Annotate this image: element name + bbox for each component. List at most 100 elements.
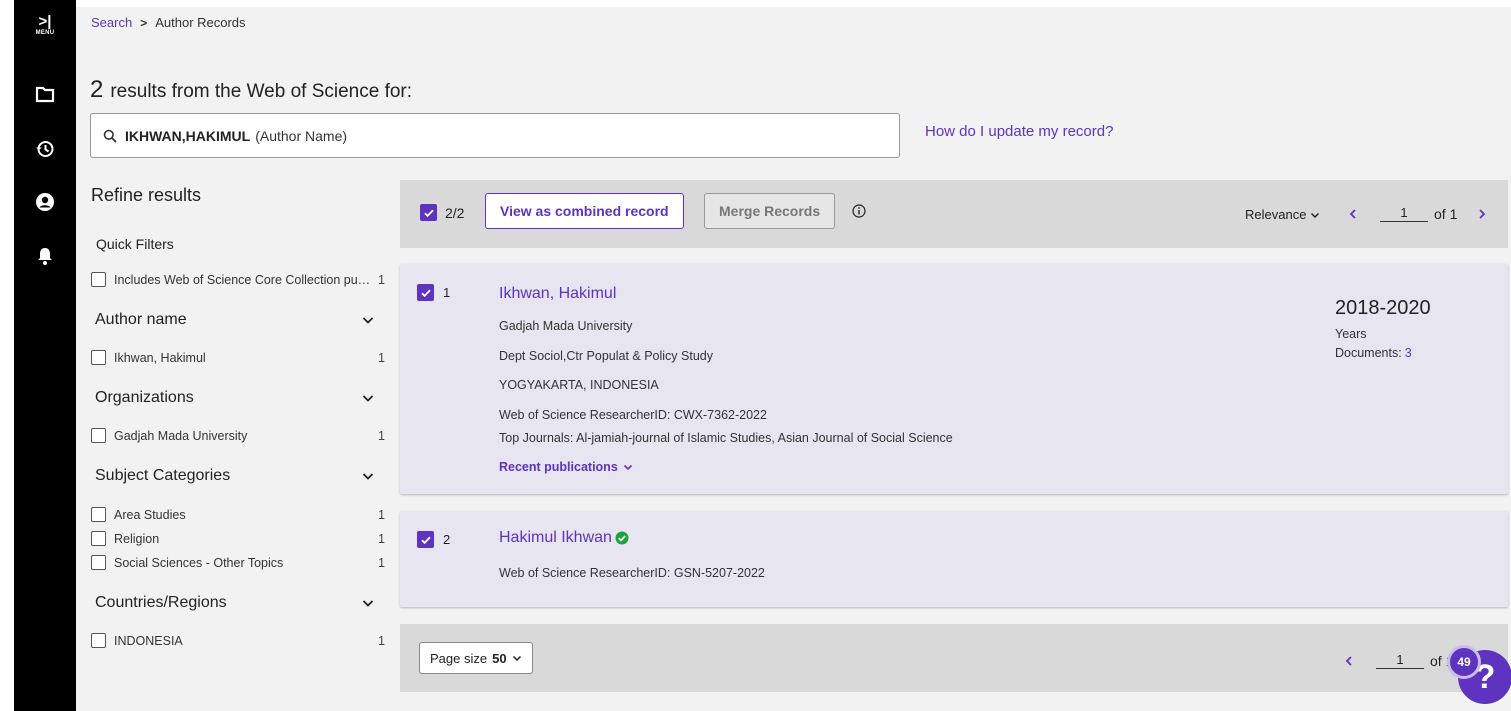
checkbox[interactable] bbox=[91, 350, 106, 365]
previous-page-icon[interactable] bbox=[1346, 207, 1360, 221]
view-combined-record-button[interactable]: View as combined record bbox=[485, 193, 684, 229]
record-department: Dept Sociol,Ctr Populat & Policy Study bbox=[499, 349, 713, 363]
breadcrumb-current: Author Records bbox=[155, 15, 246, 30]
filter-item[interactable]: INDONESIA 1 bbox=[91, 633, 385, 648]
recent-publications-label: Recent publications bbox=[499, 460, 618, 474]
info-icon[interactable] bbox=[852, 204, 866, 218]
record-checkbox[interactable] bbox=[417, 284, 434, 301]
checkbox[interactable] bbox=[91, 272, 106, 287]
page-number-input[interactable]: 1 bbox=[1380, 205, 1428, 222]
filter-label: Includes Web of Science Core Collection … bbox=[114, 272, 375, 287]
filter-item[interactable]: Includes Web of Science Core Collection … bbox=[91, 272, 385, 287]
author-name-link[interactable]: Hakimul Ikhwan bbox=[499, 529, 629, 547]
checkbox[interactable] bbox=[91, 507, 106, 522]
record-researcher-id: Web of Science ResearcherID: CWX-7362-20… bbox=[499, 408, 767, 422]
record-select[interactable]: 1 bbox=[417, 284, 450, 301]
nav-rail: >| MENU bbox=[14, 0, 76, 711]
filter-group-subject-categories[interactable]: Subject Categories bbox=[95, 467, 375, 485]
select-all-checkbox[interactable] bbox=[420, 204, 437, 221]
filter-group-organizations[interactable]: Organizations bbox=[95, 389, 375, 407]
update-record-help-link[interactable]: How do I update my record? bbox=[925, 123, 1113, 140]
chevron-down-icon bbox=[623, 464, 632, 471]
documents-number-link[interactable]: 3 bbox=[1405, 346, 1412, 360]
author-name: Hakimul Ikhwan bbox=[499, 529, 612, 546]
results-count: 2 bbox=[90, 76, 104, 103]
filter-count: 1 bbox=[378, 531, 385, 546]
record-index: 2 bbox=[443, 532, 451, 547]
page-size-value: 50 bbox=[492, 650, 507, 666]
chevron-down-icon bbox=[1311, 212, 1320, 218]
page-number-input[interactable]: 1 bbox=[1376, 652, 1424, 669]
filter-item[interactable]: Social Sciences - Other Topics 1 bbox=[91, 555, 385, 570]
filter-item[interactable]: Religion 1 bbox=[91, 531, 385, 546]
filter-count: 1 bbox=[378, 555, 385, 570]
filter-count: 1 bbox=[378, 507, 385, 522]
record-checkbox[interactable] bbox=[417, 531, 434, 548]
filter-group-countries-regions[interactable]: Countries/Regions bbox=[95, 594, 375, 612]
breadcrumb-search-link[interactable]: Search bbox=[91, 15, 132, 30]
filter-group-title: Countries/Regions bbox=[95, 594, 227, 611]
menu-label: MENU bbox=[35, 30, 55, 36]
quick-filters-title: Quick Filters bbox=[96, 236, 174, 252]
top-strip bbox=[76, 0, 1511, 7]
verified-check-icon bbox=[615, 531, 629, 545]
filter-group-title: Author name bbox=[95, 311, 187, 328]
checkmark-icon bbox=[423, 209, 434, 217]
left-edge bbox=[0, 0, 14, 711]
previous-page-icon[interactable] bbox=[1342, 654, 1356, 668]
author-record-card: 1 Ikhwan, Hakimul Gadjah Mada University… bbox=[400, 264, 1508, 494]
recent-publications-toggle[interactable]: Recent publications bbox=[499, 460, 633, 474]
filter-group-author-name[interactable]: Author name bbox=[95, 311, 375, 329]
record-top-journals: Top Journals: Al-jamiah-journal of Islam… bbox=[499, 431, 953, 445]
record-index: 1 bbox=[443, 285, 451, 300]
selected-count: 2/2 bbox=[445, 204, 465, 221]
filter-label: Social Sciences - Other Topics bbox=[114, 555, 284, 570]
chevron-down-icon bbox=[362, 395, 374, 402]
documents-label: Documents: bbox=[1335, 346, 1402, 360]
refine-results-title: Refine results bbox=[91, 185, 202, 205]
chevron-down-icon bbox=[512, 655, 521, 662]
breadcrumb: Search > Author Records bbox=[91, 15, 246, 30]
filter-count: 1 bbox=[378, 428, 385, 443]
filter-item[interactable]: Area Studies 1 bbox=[91, 507, 385, 522]
page-size-label: Page size bbox=[430, 650, 488, 666]
filter-count: 1 bbox=[378, 633, 385, 648]
record-select[interactable]: 2 bbox=[417, 531, 450, 548]
filter-item[interactable]: Ikhwan, Hakimul 1 bbox=[91, 350, 385, 365]
page-total: of 1 bbox=[1434, 205, 1458, 222]
menu-toggle[interactable]: >| MENU bbox=[14, 14, 76, 37]
years-label: Years bbox=[1335, 327, 1367, 341]
search-query-box[interactable]: IKHWAN,HAKIMUL (Author Name) bbox=[90, 113, 900, 158]
history-icon[interactable] bbox=[35, 139, 55, 159]
merge-records-button[interactable]: Merge Records bbox=[704, 193, 836, 229]
author-name-link[interactable]: Ikhwan, Hakimul bbox=[499, 285, 616, 303]
filter-group-title: Subject Categories bbox=[95, 467, 231, 484]
sort-dropdown[interactable]: Relevance bbox=[1245, 207, 1320, 222]
checkbox[interactable] bbox=[91, 531, 106, 546]
folder-icon[interactable] bbox=[35, 84, 55, 104]
search-term: IKHWAN,HAKIMUL bbox=[125, 127, 251, 144]
filter-label: Gadjah Mada University bbox=[114, 428, 248, 443]
select-all[interactable]: 2/2 bbox=[420, 204, 464, 221]
chevron-down-icon bbox=[362, 473, 374, 480]
page-size-dropdown[interactable]: Page size 50 bbox=[419, 642, 533, 674]
search-field: (Author Name) bbox=[255, 127, 348, 144]
checkbox[interactable] bbox=[91, 428, 106, 443]
filter-count: 1 bbox=[378, 350, 385, 365]
notifications-bell-icon[interactable] bbox=[35, 246, 55, 266]
record-location: YOGYAKARTA, INDONESIA bbox=[499, 378, 659, 392]
results-heading: 2 results from the Web of Science for: bbox=[90, 76, 412, 104]
top-pager: 1 of 1 bbox=[1346, 205, 1489, 222]
results-toolbar: 2/2 View as combined record Merge Record… bbox=[400, 180, 1508, 248]
checkmark-icon bbox=[420, 536, 431, 544]
author-name: Ikhwan, Hakimul bbox=[499, 285, 617, 302]
breadcrumb-separator-icon: > bbox=[140, 15, 148, 30]
user-profile-icon[interactable] bbox=[35, 192, 55, 212]
filter-item[interactable]: Gadjah Mada University 1 bbox=[91, 428, 385, 443]
checkbox[interactable] bbox=[91, 633, 106, 648]
active-years: 2018-2020 bbox=[1335, 297, 1431, 319]
next-page-icon[interactable] bbox=[1475, 207, 1489, 221]
checkbox[interactable] bbox=[91, 555, 106, 570]
filter-count: 1 bbox=[378, 272, 385, 287]
help-notification-badge[interactable]: 49 bbox=[1447, 645, 1481, 679]
